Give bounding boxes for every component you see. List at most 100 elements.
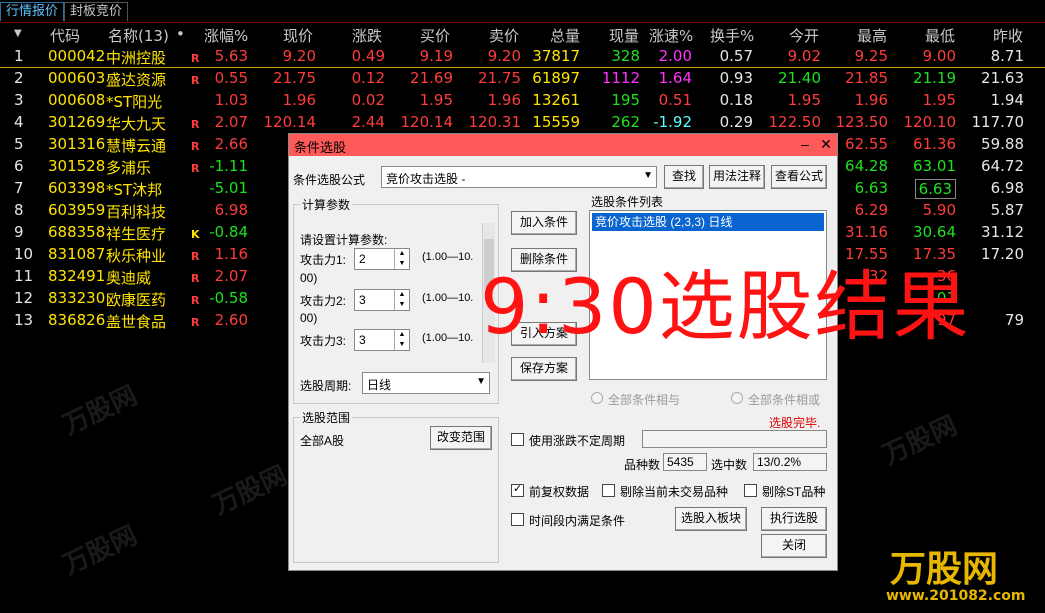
cell-prev: 1.94 — [990, 91, 1024, 109]
period-input[interactable] — [642, 430, 827, 448]
tab-limit-auction[interactable]: 封板竞价 — [64, 2, 129, 21]
cell-bid: 9.19 — [419, 47, 453, 65]
formula-select[interactable]: 竞价攻击选股 - ▼ — [381, 166, 657, 188]
chevron-down-icon[interactable]: ▼ — [476, 376, 486, 387]
cell-idx: 12 — [14, 289, 34, 307]
and-radio[interactable] — [591, 392, 603, 404]
param1-range: (1.00—10. — [422, 251, 474, 263]
cell-name: *ST沐邦 — [106, 181, 163, 199]
cell-pct: 2.07 — [214, 113, 248, 131]
or-radio[interactable] — [731, 392, 743, 404]
find-button[interactable]: 查找 — [664, 165, 704, 189]
param3-range: (1.00—10. — [422, 332, 474, 344]
cell-pct: 6.98 — [214, 201, 248, 219]
col-prev[interactable]: 昨收 — [993, 25, 1023, 46]
cell-open: 122.50 — [768, 113, 822, 131]
spin-arrows-icon[interactable]: ▲ ▼ — [394, 330, 409, 350]
cell-prev: 17.20 — [981, 245, 1024, 263]
watermark-logo: 万股网 — [58, 380, 142, 441]
run-select-button[interactable]: 执行选股 — [761, 507, 827, 531]
cell-speed: 2.00 — [658, 47, 692, 65]
logo-url: www.201082.com — [886, 588, 1026, 604]
close-icon[interactable]: ✕ — [818, 136, 834, 153]
table-row[interactable]: 3 000608 *ST阳光 1.03 1.96 0.02 1.95 1.96 13261 195… — [0, 89, 1045, 111]
spin-arrows-icon[interactable]: ▲ ▼ — [394, 290, 409, 310]
to-block-button[interactable]: 选股入板块 — [675, 507, 747, 531]
col-pct[interactable]: 涨幅% — [204, 25, 248, 46]
col-price[interactable]: 现价 — [283, 25, 313, 46]
fq-checkbox[interactable]: ✓ — [511, 483, 524, 497]
cell-flag: R — [191, 52, 200, 65]
col-speed[interactable]: 涨速% — [649, 25, 693, 46]
exclude-st-checkbox[interactable] — [744, 484, 757, 497]
cell-cur: 1112 — [601, 69, 640, 87]
cell-name: 百利科技 — [106, 203, 167, 221]
use-period-checkbox[interactable] — [511, 433, 524, 446]
range-value: 全部A股 — [300, 434, 345, 448]
chevron-down-icon[interactable]: ▼ — [643, 170, 653, 181]
param2-range-tail: 00) — [300, 311, 318, 325]
cell-turn: 0.29 — [719, 113, 753, 131]
col-name[interactable]: 名称(13) — [108, 25, 169, 46]
tab-quotes[interactable]: 行情报价 — [0, 2, 65, 21]
cell-prev: 8.71 — [990, 47, 1024, 65]
status-text: 选股完毕. — [769, 416, 821, 430]
dialog-titlebar[interactable]: 条件选股 – ✕ — [289, 134, 837, 156]
col-code[interactable]: 代码 — [50, 25, 80, 46]
table-row[interactable]: 2 000603 盛达资源 R 0.55 21.75 0.12 21.69 21.75 61897… — [0, 67, 1045, 89]
sort-arrow-icon[interactable]: ▼ — [14, 28, 22, 39]
view-formula-button[interactable]: 查看公式 — [771, 165, 827, 189]
table-header: ▼ 代码 名称(13) • 涨幅% 现价 涨跌 买价 卖价 总量 现量 涨速% … — [0, 23, 1045, 45]
spin-arrows-icon[interactable]: ▲ ▼ — [394, 249, 409, 269]
cell-idx: 11 — [14, 267, 34, 285]
overlay-caption: 9:30选股结果 — [480, 262, 971, 351]
cell-flag: R — [191, 272, 200, 285]
count-label: 品种数 — [624, 458, 661, 472]
col-vol[interactable]: 总量 — [550, 25, 580, 46]
cell-low: 30.64 — [913, 223, 956, 241]
cell-prev: 21.63 — [981, 69, 1024, 87]
col-open[interactable]: 今开 — [789, 25, 819, 46]
cell-high: 64.28 — [845, 157, 888, 175]
exclude-untraded-label: 剔除当前未交易品种 — [620, 485, 729, 499]
col-ask[interactable]: 卖价 — [489, 25, 519, 46]
col-cur[interactable]: 现量 — [609, 25, 639, 46]
col-chg[interactable]: 涨跌 — [352, 25, 382, 46]
or-label: 全部条件相或 — [748, 393, 821, 407]
cell-cur: 328 — [611, 47, 640, 65]
table-row[interactable]: 1 000042 中洲控股 R 5.63 9.20 0.49 9.19 9.20 37817 328… — [0, 45, 1045, 68]
cell-open: 21.40 — [778, 69, 821, 87]
param3-stepper[interactable]: 3 ▲ ▼ — [354, 329, 410, 351]
cell-low: 21.19 — [913, 69, 956, 87]
col-high[interactable]: 最高 — [857, 25, 887, 46]
cell-name: 慧博云通 — [106, 137, 167, 155]
period-select[interactable]: 日线 ▼ — [362, 372, 490, 394]
condition-list-item[interactable]: 竞价攻击选股 (2,3,3) 日线 — [592, 213, 824, 231]
minimize-icon[interactable]: – — [797, 136, 813, 152]
col-low[interactable]: 最低 — [925, 25, 955, 46]
cell-name: *ST阳光 — [106, 93, 163, 111]
save-plan-button[interactable]: 保存方案 — [511, 357, 577, 381]
time-cond-checkbox[interactable] — [511, 513, 524, 526]
param2-stepper[interactable]: 3 ▲ ▼ — [354, 289, 410, 311]
exclude-untraded-checkbox[interactable] — [602, 484, 615, 497]
add-condition-button[interactable]: 加入条件 — [511, 211, 577, 235]
cell-high: 6.63 — [854, 179, 888, 197]
table-row[interactable]: 4 301269 华大九天 R 2.07 120.14 2.44 120.14 120.31 15… — [0, 111, 1045, 133]
col-dot: • — [176, 25, 185, 43]
param1-range-tail: 00) — [300, 271, 318, 285]
cell-price: 21.75 — [273, 69, 316, 87]
close-button[interactable]: 关闭 — [761, 534, 827, 558]
fq-label: 前复权数据 — [529, 485, 590, 499]
col-bid[interactable]: 买价 — [420, 25, 450, 46]
param1-stepper[interactable]: 2 ▲ ▼ — [354, 248, 410, 270]
cell-prev: 64.72 — [981, 157, 1024, 175]
usage-button[interactable]: 用法注释 — [709, 165, 765, 189]
cell-prev: 117.70 — [971, 113, 1025, 131]
range-group-label: 选股范围 — [300, 409, 353, 426]
hit-label: 选中数 — [711, 458, 748, 472]
col-turn[interactable]: 换手% — [710, 25, 754, 46]
cell-code: 831087 — [48, 245, 106, 263]
cell-code: 832491 — [48, 267, 106, 285]
change-range-button[interactable]: 改变范围 — [430, 426, 492, 450]
